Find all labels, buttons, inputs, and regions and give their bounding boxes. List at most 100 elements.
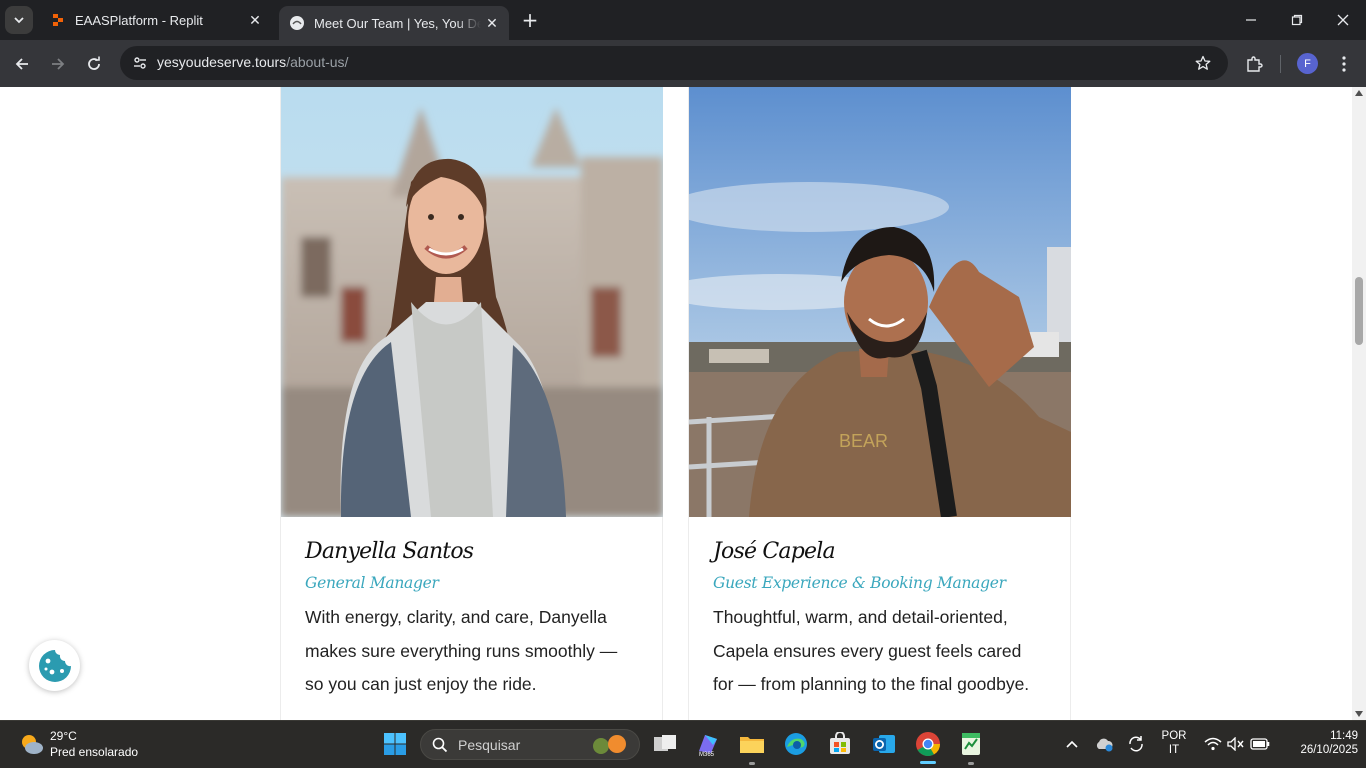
- arrow-right-icon: [52, 58, 65, 70]
- language-indicator[interactable]: POR IT: [1156, 730, 1192, 756]
- browser-title-bar: EAASPlatform - Replit ✕ Meet Our Team | …: [0, 0, 1366, 40]
- member-bio: With energy, clarity, and care, Danyella…: [305, 607, 618, 694]
- address-bar[interactable]: yesyoudeserve.tours/about-us/: [120, 46, 1228, 80]
- onedrive-tray[interactable]: [1089, 729, 1119, 759]
- cookie-settings-button[interactable]: [29, 640, 80, 691]
- edge-icon: [785, 733, 807, 755]
- toolbar-divider: [1280, 55, 1281, 73]
- task-view-icon: [654, 735, 676, 751]
- url-domain: yesyoudeserve.tours: [157, 54, 287, 70]
- running-indicator: [968, 762, 974, 765]
- language-line1: POR: [1161, 730, 1187, 742]
- scroll-thumb[interactable]: [1355, 277, 1363, 345]
- close-tab-icon[interactable]: ✕: [481, 12, 503, 34]
- outlook-app[interactable]: [869, 729, 899, 759]
- reload-icon: [88, 56, 100, 70]
- volume-muted-icon: [1227, 737, 1244, 751]
- chevron-up-icon: [1066, 740, 1078, 748]
- page-viewport: Danyella Santos General Manager With ene…: [0, 87, 1352, 720]
- back-button[interactable]: [8, 50, 36, 78]
- chevron-down-icon: [14, 17, 24, 24]
- close-tab-icon[interactable]: ✕: [244, 9, 266, 31]
- extensions-button[interactable]: [1240, 50, 1268, 78]
- language-line2: IT: [1168, 744, 1180, 756]
- svg-text:M365: M365: [699, 752, 715, 757]
- show-hidden-icons-button[interactable]: [1057, 729, 1087, 759]
- minimize-button[interactable]: [1228, 0, 1274, 40]
- battery-tray[interactable]: [1245, 729, 1275, 759]
- restore-icon: [1291, 14, 1303, 26]
- battery-icon: [1250, 738, 1270, 750]
- reload-button[interactable]: [80, 50, 108, 78]
- taskbar-search-box[interactable]: Pesquisar: [420, 729, 640, 760]
- team-member-photo: BEAR: [689, 87, 1071, 517]
- site-favicon-icon: [289, 15, 305, 31]
- close-window-button[interactable]: [1320, 0, 1366, 40]
- windows-logo-icon: [384, 733, 406, 755]
- tab-search-button[interactable]: [5, 6, 33, 34]
- chrome-icon: [916, 732, 940, 757]
- partly-sunny-icon[interactable]: [19, 731, 45, 757]
- cookie-icon: [38, 649, 71, 682]
- folder-icon: [740, 737, 764, 753]
- site-info-icon[interactable]: [126, 49, 154, 77]
- clock[interactable]: 11:49 26/10/2025: [1278, 730, 1358, 756]
- tab-replit[interactable]: EAASPlatform - Replit ✕: [40, 0, 272, 40]
- m365-app[interactable]: M365: [693, 729, 723, 759]
- start-button[interactable]: [380, 729, 410, 759]
- store-icon: [830, 732, 850, 754]
- weather-description[interactable]: Pred ensolarado: [50, 745, 138, 759]
- minimize-icon: [1246, 19, 1256, 21]
- windows-taskbar: 29°C Pred ensolarado Pesquisar M365 POR …: [0, 720, 1366, 768]
- microsoft-store-app[interactable]: [825, 729, 855, 759]
- weather-temperature[interactable]: 29°C: [50, 729, 77, 743]
- spreadsheet-icon: [962, 733, 980, 755]
- sync-icon: [1129, 736, 1143, 752]
- puzzle-icon: [1247, 56, 1263, 72]
- tab-title: EAASPlatform - Replit: [75, 12, 203, 28]
- search-highlight-icon: [593, 735, 626, 754]
- file-explorer-app[interactable]: [737, 729, 767, 759]
- chrome-menu-button[interactable]: [1330, 50, 1358, 78]
- profile-avatar[interactable]: F: [1297, 53, 1318, 74]
- team-member-photo: [281, 87, 663, 517]
- member-name: José Capela: [713, 539, 836, 564]
- browser-toolbar: yesyoudeserve.tours/about-us/ F: [0, 40, 1366, 87]
- tab-title: Meet Our Team | Yes, You Deserve: [314, 15, 481, 31]
- running-indicator: [749, 762, 755, 765]
- sync-tray[interactable]: [1121, 729, 1151, 759]
- more-vert-icon: [1342, 56, 1346, 72]
- team-member-card: Danyella Santos General Manager With ene…: [280, 87, 663, 720]
- m365-icon: M365: [699, 735, 717, 757]
- active-app-indicator: [920, 761, 936, 764]
- forward-button[interactable]: [44, 50, 72, 78]
- edge-app[interactable]: [781, 729, 811, 759]
- wifi-icon: [1204, 737, 1222, 751]
- close-icon: [1337, 14, 1349, 26]
- team-member-card: BEAR José Capela Guest Experience & Book…: [688, 87, 1071, 720]
- member-name: Danyella Santos: [305, 539, 474, 564]
- restore-button[interactable]: [1274, 0, 1320, 40]
- replit-icon: [50, 12, 66, 28]
- search-icon: [432, 737, 448, 753]
- sheets-app[interactable]: [956, 729, 986, 759]
- cloud-icon: [1096, 738, 1113, 752]
- chrome-app[interactable]: [913, 729, 943, 759]
- page-scrollbar[interactable]: [1352, 87, 1366, 720]
- url-path: /about-us/: [286, 54, 349, 70]
- outlook-icon: [873, 735, 895, 753]
- member-role: General Manager: [305, 574, 439, 592]
- member-role: Guest Experience & Booking Manager: [713, 574, 1006, 592]
- clock-time: 11:49: [1330, 730, 1358, 742]
- tab-meet-our-team[interactable]: Meet Our Team | Yes, You Deserve ✕: [279, 6, 509, 40]
- new-tab-button[interactable]: +: [518, 8, 542, 32]
- svg-text:BEAR: BEAR: [839, 431, 888, 451]
- member-bio: Thoughtful, warm, and detail-oriented, C…: [713, 607, 1030, 694]
- clock-date: 26/10/2025: [1300, 744, 1358, 756]
- search-placeholder: Pesquisar: [458, 737, 521, 753]
- bookmark-star-icon[interactable]: [1190, 50, 1216, 76]
- scroll-up-arrow-icon[interactable]: [1355, 90, 1363, 96]
- scroll-down-arrow-icon[interactable]: [1355, 711, 1363, 717]
- url-text: yesyoudeserve.tours/about-us/: [157, 54, 348, 70]
- task-view-button[interactable]: [650, 729, 680, 759]
